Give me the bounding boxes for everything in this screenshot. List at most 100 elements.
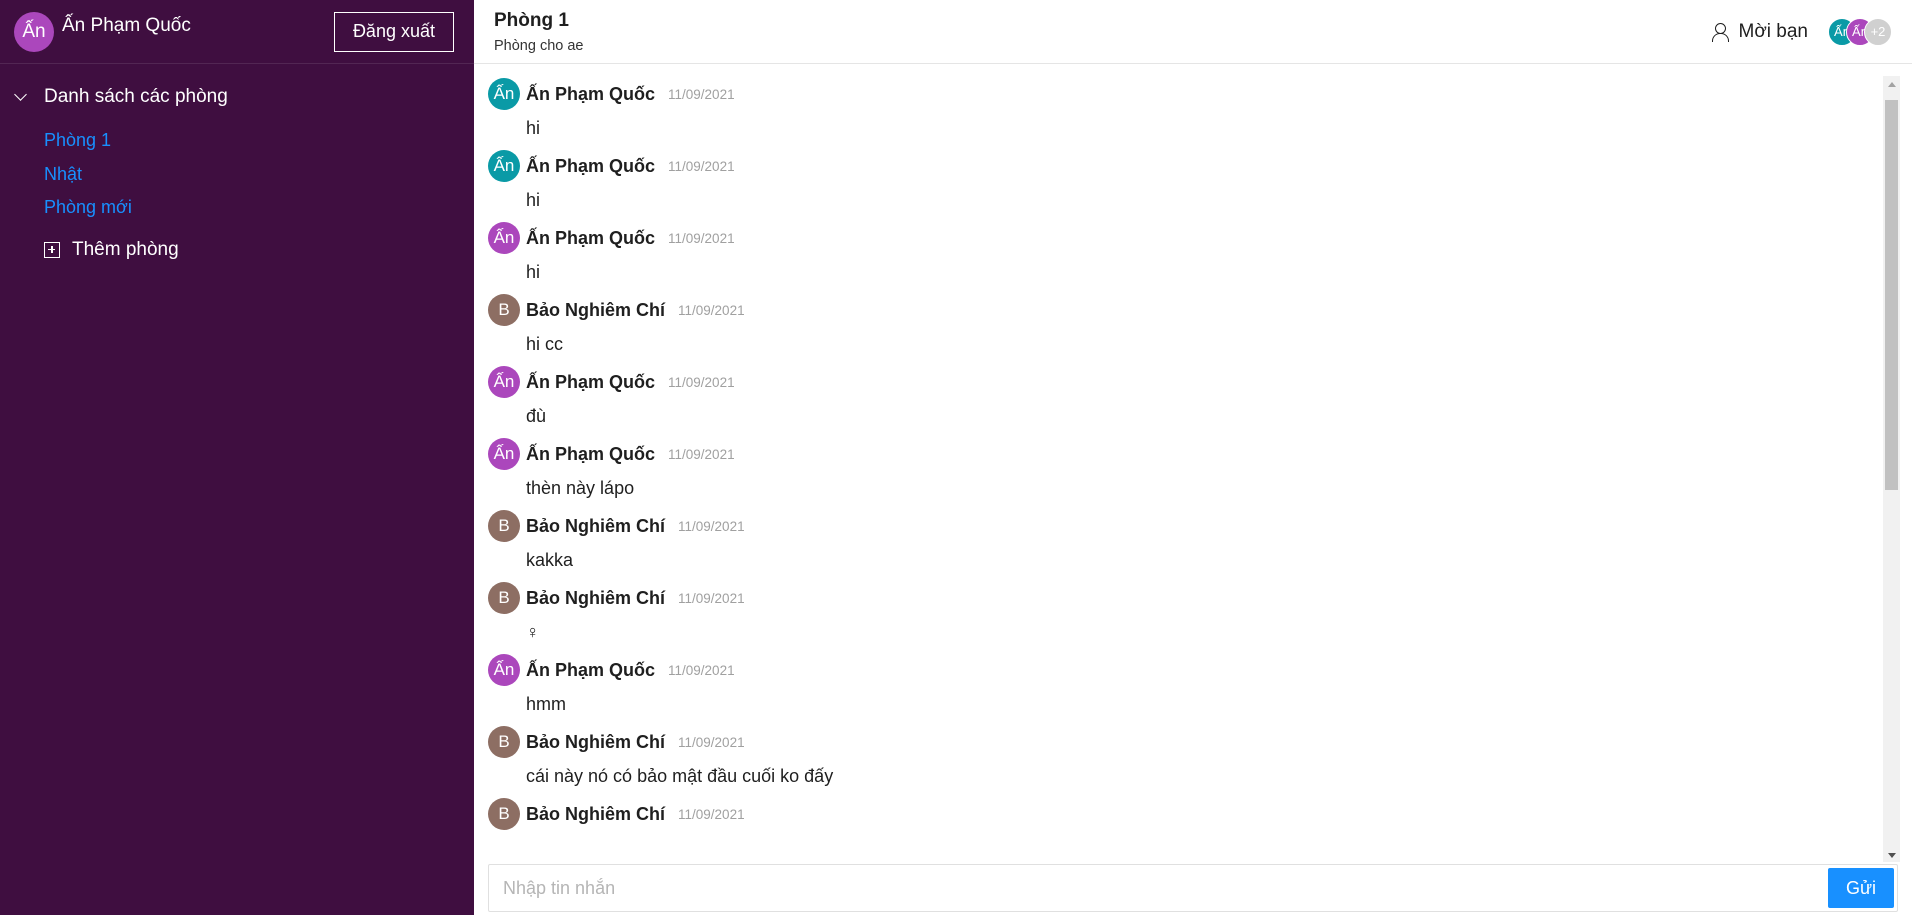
message-timestamp: 11/09/2021 xyxy=(668,446,735,462)
chevron-down-icon xyxy=(14,90,28,104)
message-timestamp: 11/09/2021 xyxy=(668,662,735,678)
room-list-toggle[interactable]: Danh sách các phòng xyxy=(0,78,474,116)
message-author: Ấn Phạm Quốc xyxy=(526,155,656,176)
add-room-button[interactable]: Thêm phòng xyxy=(0,230,474,270)
message-author: Bảo Nghiêm Chí xyxy=(526,587,666,608)
message-item: Ấn Ấn Phạm Quốc 11/09/2021 hi xyxy=(488,222,1912,294)
message-author: Ấn Phạm Quốc xyxy=(526,443,656,464)
member-overflow-count: +2 xyxy=(1864,17,1892,46)
message-text: hi xyxy=(526,190,541,210)
message-meta: Ấn Ấn Phạm Quốc 11/09/2021 xyxy=(488,438,1912,470)
message-item: B Bảo Nghiêm Chí 11/09/2021 hi cc xyxy=(488,294,1912,366)
message-text: hay là qua database xyxy=(488,834,1912,838)
message-item: B Bảo Nghiêm Chí 11/09/2021 hay là qua data… xyxy=(488,798,1912,838)
message-text: đù xyxy=(526,406,547,426)
room-list: Phòng 1 Nhật Phòng mới xyxy=(0,116,474,225)
user-name: Ấn Phạm Quốc xyxy=(62,14,191,36)
message-meta: Ấn Ấn Phạm Quốc 11/09/2021 xyxy=(488,150,1912,182)
message-timestamp: 11/09/2021 xyxy=(668,374,735,390)
message-author: Bảo Nghiêm Chí xyxy=(526,731,666,752)
logout-button[interactable]: Đăng xuất xyxy=(333,11,454,52)
message-avatar: B xyxy=(488,582,520,614)
message-meta: B Bảo Nghiêm Chí 11/09/2021 xyxy=(488,798,1912,830)
header-actions: Mời bạn Ấn Ấn +2 xyxy=(1711,17,1892,46)
scroll-up-arrow-icon[interactable] xyxy=(1888,82,1896,87)
message-item: Ấn Ấn Phạm Quốc 11/09/2021 hmm xyxy=(488,654,1912,726)
message-avatar: Ấn xyxy=(488,654,520,686)
message-timestamp: 11/09/2021 xyxy=(668,158,735,174)
send-button[interactable]: Gửi xyxy=(1828,868,1894,908)
sidebar: Ấn Ấn Phạm Quốc Đăng xuất Danh sách các … xyxy=(0,0,474,915)
room-info: Phòng 1 Phòng cho ae xyxy=(494,10,584,54)
message-list: Ấn Ấn Phạm Quốc 11/09/2021 hi Ấn Ấn Phạm Quốc… xyxy=(474,64,1912,838)
message-timestamp: 11/09/2021 xyxy=(678,806,745,822)
room-item-phong-moi[interactable]: Phòng mới xyxy=(44,191,474,225)
message-meta: Ấn Ấn Phạm Quốc 11/09/2021 xyxy=(488,78,1912,110)
message-meta: Ấn Ấn Phạm Quốc 11/09/2021 xyxy=(488,366,1912,398)
message-item: Ấn Ấn Phạm Quốc 11/09/2021 đù xyxy=(488,366,1912,438)
message-avatar: Ấn xyxy=(488,366,520,398)
message-list-scrollbar[interactable] xyxy=(1883,76,1900,862)
user-info: Ấn Ấn Phạm Quốc xyxy=(14,11,191,52)
member-avatar-group[interactable]: Ấn Ấn +2 xyxy=(1828,17,1892,46)
message-timestamp: 11/09/2021 xyxy=(678,302,745,318)
message-meta: B Bảo Nghiêm Chí 11/09/2021 xyxy=(488,726,1912,758)
message-meta: B Bảo Nghiêm Chí 11/09/2021 xyxy=(488,510,1912,542)
user-bar: Ấn Ấn Phạm Quốc Đăng xuất xyxy=(0,0,474,64)
message-timestamp: 11/09/2021 xyxy=(678,734,745,750)
room-header: Phòng 1 Phòng cho ae Mời bạn Ấn Ấn +2 xyxy=(474,0,1912,64)
room-list-title: Danh sách các phòng xyxy=(44,86,228,107)
message-meta: B Bảo Nghiêm Chí 11/09/2021 xyxy=(488,582,1912,614)
message-item: Ấn Ấn Phạm Quốc 11/09/2021 hi xyxy=(488,78,1912,150)
message-timestamp: 11/09/2021 xyxy=(668,86,735,102)
chat-window: Phòng 1 Phòng cho ae Mời bạn Ấn Ấn +2 Ấn… xyxy=(474,0,1912,915)
room-title: Phòng 1 xyxy=(494,9,569,31)
room-item-nhat[interactable]: Nhật xyxy=(44,158,474,192)
message-author: Ấn Phạm Quốc xyxy=(526,83,656,104)
room-description: Phòng cho ae xyxy=(494,37,584,54)
invite-button[interactable]: Mời bạn xyxy=(1711,20,1809,43)
message-meta: Ấn Ấn Phạm Quốc 11/09/2021 xyxy=(488,222,1912,254)
message-avatar: Ấn xyxy=(488,150,520,182)
message-avatar: Ấn xyxy=(488,78,520,110)
message-avatar: B xyxy=(488,294,520,326)
message-avatar: B xyxy=(488,726,520,758)
user-add-icon xyxy=(1711,22,1729,42)
message-item: B Bảo Nghiêm Chí 11/09/2021 kakka xyxy=(488,510,1912,582)
message-text: thèn này lápo xyxy=(526,478,635,498)
message-timestamp: 11/09/2021 xyxy=(678,518,745,534)
message-item: Ấn Ấn Phạm Quốc 11/09/2021 hi xyxy=(488,150,1912,222)
invite-label: Mời bạn xyxy=(1738,20,1809,42)
plus-square-icon xyxy=(44,241,60,258)
message-avatar: Ấn xyxy=(488,438,520,470)
message-author: Ấn Phạm Quốc xyxy=(526,659,656,680)
message-text: hi xyxy=(526,118,541,138)
message-author: Ấn Phạm Quốc xyxy=(526,371,656,392)
message-author: Bảo Nghiêm Chí xyxy=(526,803,666,824)
user-avatar: Ấn xyxy=(14,11,54,52)
message-avatar: Ấn xyxy=(488,222,520,254)
message-input[interactable] xyxy=(489,865,1828,911)
message-composer: Gửi xyxy=(488,864,1898,912)
message-author: Bảo Nghiêm Chí xyxy=(526,299,666,320)
message-item: B Bảo Nghiêm Chí 11/09/2021 ♀ xyxy=(488,582,1912,654)
message-item: B Bảo Nghiêm Chí 11/09/2021 cái này nó có b… xyxy=(488,726,1912,798)
room-panel: Danh sách các phòng Phòng 1 Nhật Phòng m… xyxy=(0,64,474,270)
message-text: hi xyxy=(526,262,541,282)
message-avatar: B xyxy=(488,510,520,542)
add-room-label: Thêm phòng xyxy=(72,238,179,260)
message-text: cái này nó có bảo mật đầu cuối ko đấy xyxy=(526,766,834,786)
message-text: hi cc xyxy=(526,334,564,354)
message-item: Ấn Ấn Phạm Quốc 11/09/2021 thèn này lápo xyxy=(488,438,1912,510)
room-item-phong-1[interactable]: Phòng 1 xyxy=(44,124,474,158)
scroll-down-arrow-icon[interactable] xyxy=(1888,853,1896,858)
message-text: kakka xyxy=(526,550,574,570)
message-meta: Ấn Ấn Phạm Quốc 11/09/2021 xyxy=(488,654,1912,686)
message-timestamp: 11/09/2021 xyxy=(678,590,745,606)
message-author: Bảo Nghiêm Chí xyxy=(526,515,666,536)
message-author: Ấn Phạm Quốc xyxy=(526,227,656,248)
scrollbar-thumb[interactable] xyxy=(1885,100,1898,490)
message-avatar: B xyxy=(488,798,520,830)
chat-app: Ấn Ấn Phạm Quốc Đăng xuất Danh sách các … xyxy=(0,0,1912,915)
message-text: ♀ xyxy=(526,622,540,642)
